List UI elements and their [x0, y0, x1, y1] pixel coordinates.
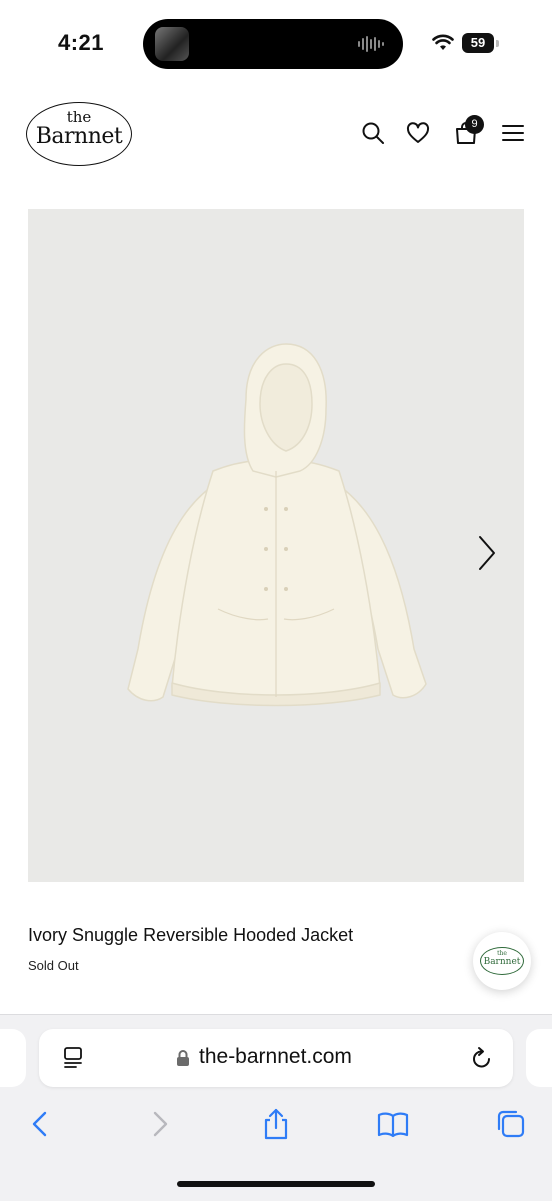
- chat-logo-the: the: [497, 950, 507, 957]
- site-logo[interactable]: the Barnnet: [26, 102, 132, 166]
- status-time: 4:21: [58, 30, 105, 55]
- heart-icon[interactable]: [405, 120, 431, 146]
- lock-icon: [177, 1050, 189, 1066]
- product-status: Sold Out: [28, 958, 79, 973]
- wifi-icon: [432, 34, 454, 50]
- battery-nub: [496, 40, 499, 47]
- url-text[interactable]: the-barnnet.com: [199, 1045, 352, 1069]
- site-header: the Barnnet 9: [0, 90, 552, 190]
- browser-toolbar: the-barnnet.com: [0, 1014, 552, 1201]
- chat-widget-logo: the Barnnet: [480, 947, 524, 975]
- logo-name: Barnnet: [35, 124, 123, 149]
- product-image[interactable]: [28, 209, 524, 882]
- now-playing-artwork: [155, 27, 189, 61]
- share-icon[interactable]: [259, 1107, 293, 1141]
- battery-icon: 59: [462, 33, 494, 53]
- bookmarks-icon[interactable]: [376, 1107, 410, 1141]
- dynamic-island[interactable]: [143, 19, 403, 69]
- jacket-illustration: [127, 343, 427, 707]
- status-bar: 4:21 59: [0, 0, 552, 90]
- hamburger-menu-icon[interactable]: [500, 120, 526, 146]
- previous-tab-preview[interactable]: [0, 1029, 26, 1087]
- chat-logo-name: Barnnet: [483, 957, 521, 967]
- reload-icon[interactable]: [469, 1045, 495, 1071]
- tabs-icon[interactable]: [494, 1107, 528, 1141]
- chat-widget-button[interactable]: the Barnnet: [473, 932, 531, 990]
- address-bar[interactable]: the-barnnet.com: [39, 1029, 513, 1087]
- reader-mode-icon[interactable]: [61, 1045, 85, 1071]
- product-title[interactable]: Ivory Snuggle Reversible Hooded Jacket: [28, 925, 353, 946]
- logo-the: the: [66, 108, 92, 126]
- battery-level: 59: [470, 35, 486, 50]
- audio-waveform-icon: [358, 36, 384, 52]
- cart-count-badge: 9: [465, 115, 484, 134]
- next-image-arrow-icon[interactable]: [472, 533, 502, 573]
- back-icon[interactable]: [23, 1107, 57, 1141]
- search-icon[interactable]: [360, 120, 386, 146]
- forward-icon[interactable]: [143, 1107, 177, 1141]
- next-tab-preview[interactable]: [526, 1029, 552, 1087]
- home-indicator[interactable]: [177, 1181, 375, 1187]
